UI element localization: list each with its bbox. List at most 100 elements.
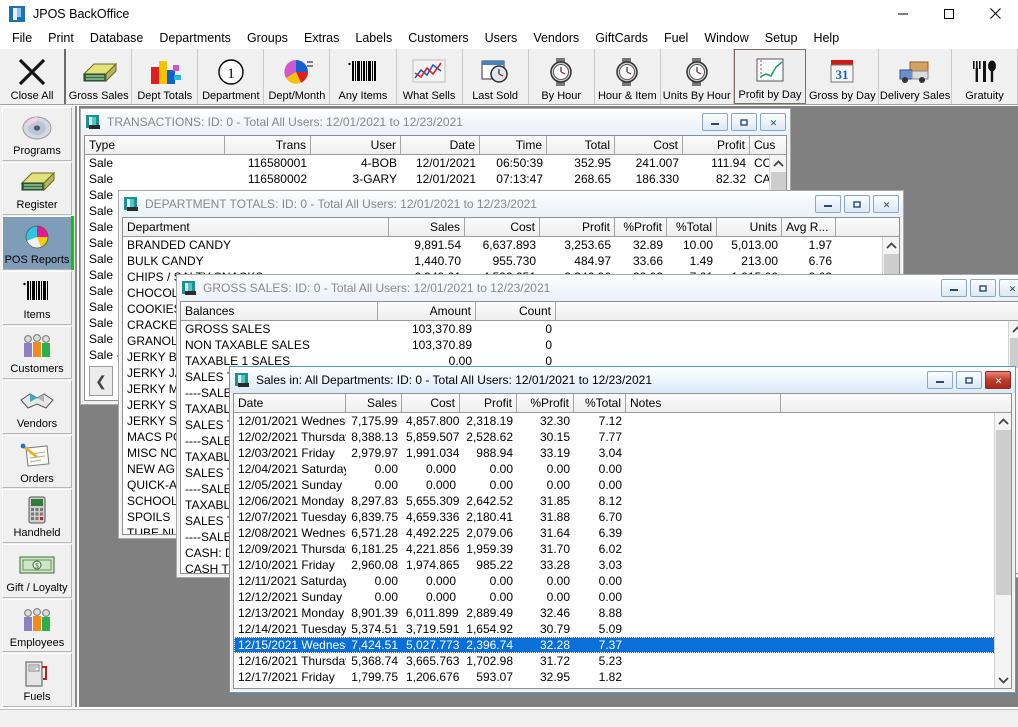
sidebar-item-customers[interactable]: Customers bbox=[2, 325, 72, 380]
menu-customers[interactable]: Customers bbox=[400, 28, 476, 49]
table-row[interactable]: 12/01/2021 Wednesday 7,175.99 4,857.800 … bbox=[234, 413, 1011, 429]
column-header-sales[interactable]: Sales bbox=[389, 218, 465, 236]
column-header-sales[interactable]: Sales bbox=[346, 394, 402, 412]
menu-print[interactable]: Print bbox=[40, 28, 82, 49]
window-sales-by-day-titlebar[interactable]: Sales in: All Departments: ID: 0 - Total… bbox=[230, 367, 1015, 393]
minimize-button[interactable] bbox=[941, 279, 967, 297]
toolbar-gross-sales[interactable]: Gross Sales bbox=[66, 49, 133, 104]
scroll-up-arrow[interactable] bbox=[770, 155, 787, 172]
menu-labels[interactable]: Labels bbox=[347, 28, 400, 49]
scrollbar-thumb[interactable] bbox=[995, 430, 1011, 595]
restore-button[interactable] bbox=[956, 371, 982, 389]
column-header-total[interactable]: Total bbox=[547, 136, 615, 154]
restore-button[interactable] bbox=[844, 195, 870, 213]
table-row[interactable]: 12/04/2021 Saturday 0.00 0.000 0.00 0.00… bbox=[234, 461, 1011, 477]
column-header-pct-profit[interactable]: %Profit bbox=[517, 394, 574, 412]
table-row[interactable]: 12/08/2021 Wednesday 6,571.28 4,492.225 … bbox=[234, 525, 1011, 541]
table-row[interactable]: 12/05/2021 Sunday 0.00 0.000 0.00 0.00 0… bbox=[234, 477, 1011, 493]
column-header-cost[interactable]: Cost bbox=[615, 136, 683, 154]
column-header-time[interactable]: Time bbox=[480, 136, 547, 154]
menu-vendors[interactable]: Vendors bbox=[525, 28, 587, 49]
table-row[interactable]: 12/10/2021 Friday 2,960.08 1,974.865 985… bbox=[234, 557, 1011, 573]
sidebar-item-register[interactable]: Register bbox=[2, 161, 72, 216]
minimize-button[interactable] bbox=[880, 0, 926, 28]
column-header-department[interactable]: Department bbox=[123, 218, 389, 236]
toolbar-dept-month[interactable]: Dept/Month bbox=[264, 49, 331, 104]
toolbar-delivery-sales[interactable]: Delivery Sales bbox=[879, 49, 952, 104]
toolbar-hour-item[interactable]: Hour & Item bbox=[594, 49, 661, 104]
table-row[interactable]: 12/03/2021 Friday 2,979.97 1,991.034 988… bbox=[234, 445, 1011, 461]
close-button[interactable]: ✕ bbox=[760, 113, 786, 131]
menu-setup[interactable]: Setup bbox=[757, 28, 806, 49]
scroll-up-arrow[interactable] bbox=[883, 237, 900, 254]
window-department-totals-titlebar[interactable]: DEPARTMENT TOTALS: ID: 0 - Total All Use… bbox=[119, 191, 903, 217]
column-header-cost[interactable]: Cost bbox=[465, 218, 540, 236]
toolbar-units-by-hour[interactable]: Units By Hour bbox=[660, 49, 734, 104]
sidebar-item-items[interactable]: Items bbox=[2, 270, 72, 325]
column-header-profit[interactable]: Profit bbox=[540, 218, 615, 236]
menu-groups[interactable]: Groups bbox=[239, 28, 296, 49]
table-row-selected[interactable]: 12/15/2021 Wednesday 7,424.51 5,027.773 … bbox=[234, 637, 1011, 653]
column-header-cus[interactable]: Cus bbox=[750, 136, 786, 154]
column-header-pct-profit[interactable]: %Profit bbox=[615, 218, 667, 236]
toolbar-what-sells[interactable]: What Sells bbox=[396, 49, 463, 104]
minimize-button[interactable] bbox=[927, 371, 953, 389]
table-row[interactable]: 12/06/2021 Monday 8,297.83 5,655.309 2,6… bbox=[234, 493, 1011, 509]
scroll-down-arrow[interactable] bbox=[995, 671, 1012, 688]
table-row[interactable]: 12/14/2021 Tuesday 5,374.51 3,719.591 1,… bbox=[234, 621, 1011, 637]
sidebar-item-orders[interactable]: Orders bbox=[2, 434, 72, 489]
window-sales-by-day[interactable]: Sales in: All Departments: ID: 0 - Total… bbox=[229, 366, 1016, 693]
back-button[interactable]: ❮ bbox=[89, 366, 113, 396]
column-header-trans[interactable]: Trans bbox=[225, 136, 311, 154]
column-header-pct-total[interactable]: %Total bbox=[574, 394, 626, 412]
restore-button[interactable] bbox=[731, 113, 757, 131]
toolbar-by-hour[interactable]: By Hour bbox=[528, 49, 595, 104]
maximize-button[interactable] bbox=[926, 0, 972, 28]
column-header-balances[interactable]: Balances bbox=[181, 302, 378, 320]
window-transactions-titlebar[interactable]: TRANSACTIONS: ID: 0 - Total All Users: 1… bbox=[81, 109, 790, 135]
column-header-amount[interactable]: Amount bbox=[378, 302, 476, 320]
menu-users[interactable]: Users bbox=[477, 28, 526, 49]
column-header-notes[interactable]: Notes bbox=[626, 394, 781, 412]
restore-button[interactable] bbox=[970, 279, 996, 297]
table-row[interactable]: Sale 116580002 3-GARY 12/01/2021 07:13:4… bbox=[85, 171, 786, 187]
table-row[interactable]: 12/17/2021 Friday 1,799.75 1,206.676 593… bbox=[234, 669, 1011, 685]
column-header-date[interactable]: Date bbox=[234, 394, 346, 412]
toolbar-profit-by-day[interactable]: Profit by Day bbox=[733, 49, 807, 104]
column-header-pct-total[interactable]: %Total bbox=[667, 218, 717, 236]
table-row[interactable]: NON TAXABLE SALES 103,370.89 0 bbox=[181, 337, 1018, 353]
minimize-button[interactable] bbox=[815, 195, 841, 213]
toolbar-dept-totals[interactable]: Dept Totals bbox=[132, 49, 199, 104]
menu-database[interactable]: Database bbox=[82, 28, 152, 49]
close-button[interactable]: ✕ bbox=[985, 371, 1011, 389]
table-row[interactable]: 12/11/2021 Saturday 0.00 0.000 0.00 0.00… bbox=[234, 573, 1011, 589]
column-header-cost[interactable]: Cost bbox=[402, 394, 460, 412]
column-header-profit[interactable]: Profit bbox=[460, 394, 517, 412]
table-row[interactable]: 12/16/2021 Thursday 5,368.74 3,665.763 1… bbox=[234, 653, 1011, 669]
sidebar-item-programs[interactable]: Programs bbox=[2, 107, 72, 161]
sidebar-item-employees[interactable]: Employees bbox=[2, 598, 72, 653]
table-row[interactable]: BULK CANDY 1,440.70 955.730 484.97 33.66… bbox=[123, 253, 899, 269]
menu-giftcards[interactable]: GiftCards bbox=[587, 28, 656, 49]
column-header-count[interactable]: Count bbox=[476, 302, 556, 320]
menu-departments[interactable]: Departments bbox=[151, 28, 239, 49]
menu-extras[interactable]: Extras bbox=[296, 28, 347, 49]
sidebar-item-fuels[interactable]: Fuels bbox=[2, 653, 72, 708]
table-row[interactable]: 12/07/2021 Tuesday 6,839.75 4,659.336 2,… bbox=[234, 509, 1011, 525]
minimize-button[interactable] bbox=[702, 113, 728, 131]
vertical-scrollbar[interactable] bbox=[994, 413, 1011, 688]
toolbar-any-items[interactable]: Any Items bbox=[330, 49, 397, 104]
scroll-up-arrow[interactable] bbox=[1009, 321, 1018, 338]
window-gross-sales-titlebar[interactable]: GROSS SALES: ID: 0 - Total All Users: 12… bbox=[177, 275, 1018, 301]
menu-fuel[interactable]: Fuel bbox=[656, 28, 696, 49]
toolbar-close-all[interactable]: Close All bbox=[0, 49, 67, 104]
toolbar-gratuity[interactable]: Gratuity bbox=[951, 49, 1018, 104]
table-row[interactable]: GROSS SALES 103,370.89 0 bbox=[181, 321, 1018, 337]
column-header-type[interactable]: Type bbox=[85, 136, 225, 154]
toolbar-gross-by-day[interactable]: 31 Gross by Day bbox=[806, 49, 880, 104]
table-row[interactable]: Sale 116580001 4-BOB 12/01/2021 06:50:39… bbox=[85, 155, 786, 171]
column-header-user[interactable]: User bbox=[311, 136, 401, 154]
close-button[interactable] bbox=[972, 0, 1018, 28]
sidebar-item-pos-reports[interactable]: POS Reports bbox=[2, 216, 74, 270]
table-row[interactable]: 12/09/2021 Thursday 6,181.25 4,221.856 1… bbox=[234, 541, 1011, 557]
